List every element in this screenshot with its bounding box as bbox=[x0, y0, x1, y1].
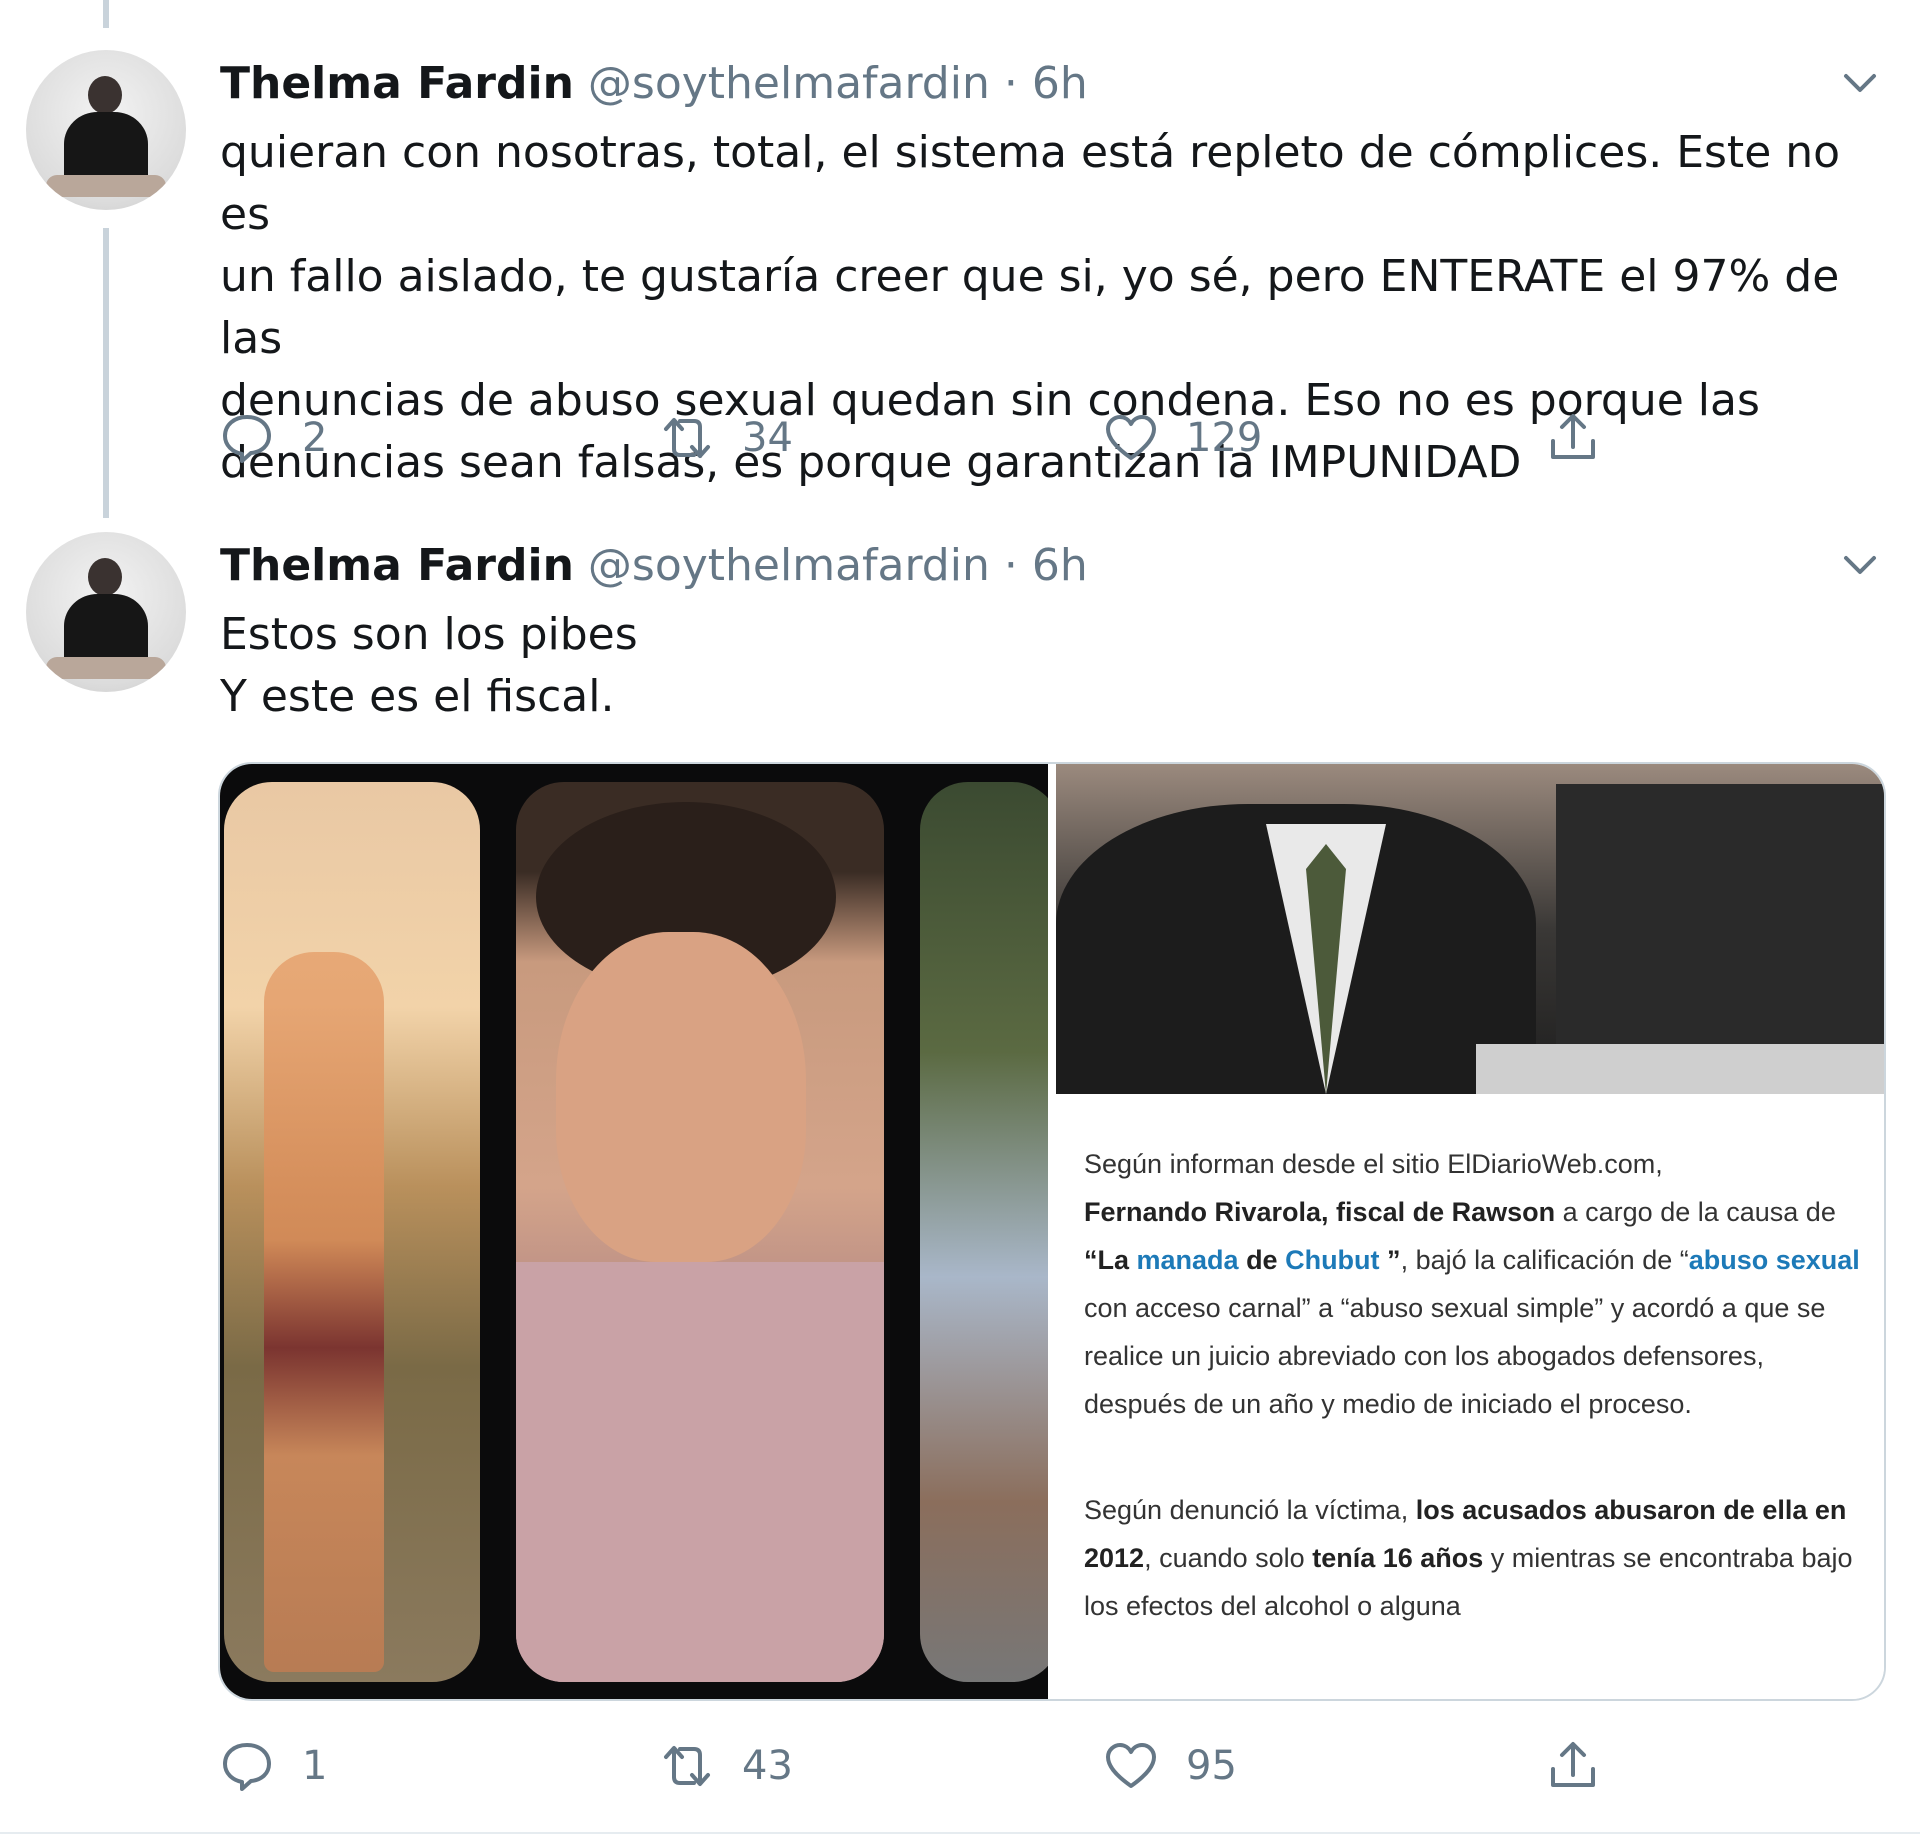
retweet-button[interactable]: 43 bbox=[660, 1736, 793, 1796]
like-count: 129 bbox=[1186, 415, 1263, 461]
article-paragraph: Según denunció la víctima, los acusados … bbox=[1084, 1495, 1853, 1621]
photo-panel bbox=[920, 782, 1048, 1682]
like-button[interactable]: 129 bbox=[1104, 408, 1262, 468]
reply-bubble-icon bbox=[223, 1743, 271, 1791]
author-handle[interactable]: @soythelmafardin bbox=[588, 540, 990, 591]
tweet-text-line: un fallo aislado, te gustaría creer que … bbox=[220, 251, 1840, 364]
retweet-count: 43 bbox=[742, 1743, 793, 1789]
author-name[interactable]: Thelma Fardin bbox=[220, 540, 574, 591]
tweet-2[interactable]: Thelma Fardin @soythelmafardin · 6h Esto… bbox=[0, 510, 1920, 1830]
tweet-header: Thelma Fardin @soythelmafardin · 6h bbox=[220, 58, 1088, 109]
reply-button[interactable]: 2 bbox=[220, 408, 327, 468]
reply-count: 1 bbox=[302, 1743, 328, 1789]
photo-panel bbox=[516, 782, 884, 1682]
chevron-down-icon[interactable] bbox=[1840, 550, 1880, 580]
article-text: Según informan desde el sitio ElDiarioWe… bbox=[1084, 1140, 1864, 1688]
photo-collage[interactable] bbox=[220, 764, 1048, 1699]
tweet-text-line: Y este es el fiscal. bbox=[220, 671, 615, 722]
tweet-text-line: quieran con nosotras, total, el sistema … bbox=[220, 127, 1841, 240]
retweet-icon bbox=[664, 418, 710, 458]
article-screenshot[interactable]: Según informan desde el sitio ElDiarioWe… bbox=[1056, 764, 1884, 1699]
retweet-count: 34 bbox=[742, 415, 793, 461]
divider bbox=[0, 1832, 1920, 1834]
retweet-icon bbox=[664, 1746, 710, 1786]
share-icon bbox=[1551, 414, 1595, 459]
chevron-down-icon[interactable] bbox=[1840, 68, 1880, 98]
tweet-actions: 2 34 129 bbox=[220, 408, 1660, 468]
tweet-text-line: Estos son los pibes bbox=[220, 609, 638, 660]
tweet-header: Thelma Fardin @soythelmafardin · 6h bbox=[220, 540, 1088, 591]
share-button[interactable] bbox=[1546, 408, 1628, 468]
separator: · bbox=[1003, 540, 1018, 591]
tweet-text: Estos son los pibes Y este es el fiscal. bbox=[220, 604, 1880, 728]
article-link: Chubut bbox=[1285, 1245, 1380, 1275]
timestamp[interactable]: 6h bbox=[1032, 58, 1088, 109]
avatar[interactable] bbox=[26, 50, 186, 210]
like-button[interactable]: 95 bbox=[1104, 1736, 1237, 1796]
prosecutor-photo bbox=[1056, 764, 1884, 1094]
heart-icon bbox=[1106, 415, 1156, 460]
tweet-actions: 1 43 95 bbox=[220, 1736, 1660, 1796]
avatar[interactable] bbox=[26, 532, 186, 692]
tweet-media[interactable]: Según informan desde el sitio ElDiarioWe… bbox=[218, 762, 1886, 1701]
article-link: abuso sexual bbox=[1688, 1245, 1860, 1275]
heart-icon bbox=[1106, 1743, 1156, 1788]
reply-bubble-icon bbox=[223, 415, 271, 463]
reply-count: 2 bbox=[302, 415, 328, 461]
timestamp[interactable]: 6h bbox=[1032, 540, 1088, 591]
tweet-1[interactable]: Thelma Fardin @soythelmafardin · 6h quie… bbox=[0, 0, 1920, 510]
article-link: manada bbox=[1136, 1245, 1239, 1275]
article-paragraph: Según informan desde el sitio ElDiarioWe… bbox=[1084, 1149, 1860, 1419]
photo-panel bbox=[224, 782, 480, 1682]
author-name[interactable]: Thelma Fardin bbox=[220, 58, 574, 109]
like-count: 95 bbox=[1186, 1743, 1237, 1789]
retweet-button[interactable]: 34 bbox=[660, 408, 793, 468]
share-button[interactable] bbox=[1546, 1736, 1628, 1796]
reply-button[interactable]: 1 bbox=[220, 1736, 327, 1796]
separator: · bbox=[1003, 58, 1018, 109]
author-handle[interactable]: @soythelmafardin bbox=[588, 58, 990, 109]
share-icon bbox=[1551, 1742, 1595, 1787]
